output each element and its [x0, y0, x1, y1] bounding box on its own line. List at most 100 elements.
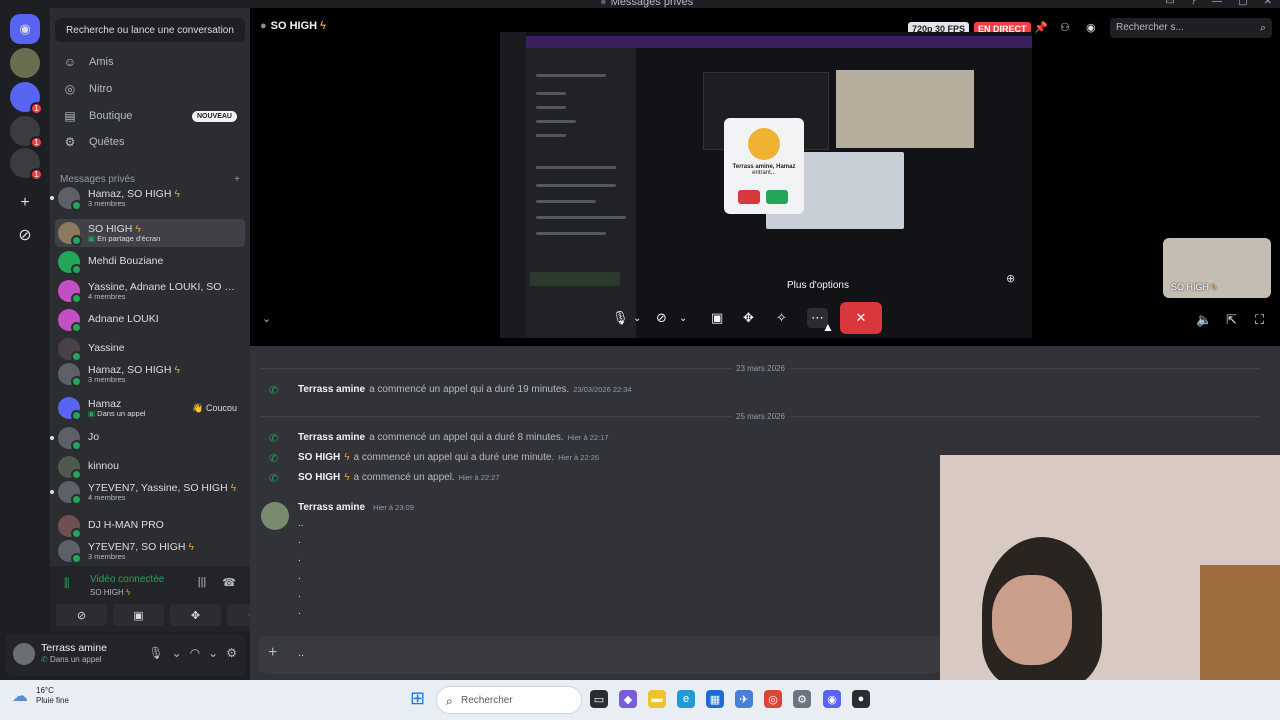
popout-icon[interactable]: ⇱: [1226, 312, 1237, 328]
store-icon[interactable]: ▦: [706, 690, 724, 708]
message-author[interactable]: Terrass amine: [298, 384, 365, 395]
soundboard-icon[interactable]: ✧: [776, 308, 787, 328]
user-avatar[interactable]: [13, 643, 35, 665]
user-name[interactable]: Terrass amine: [41, 642, 107, 654]
avatar: [58, 427, 82, 451]
taskbar-search[interactable]: Rechercher: [436, 686, 582, 715]
dm-item[interactable]: Jo: [50, 424, 245, 452]
app-icon[interactable]: ✈: [735, 690, 753, 708]
microphone-icon[interactable]: 🎙: [148, 646, 163, 660]
fullscreen-icon[interactable]: ⛶: [1255, 312, 1264, 328]
shared-line: [536, 92, 566, 95]
message-author[interactable]: SO HIGH: [298, 472, 340, 483]
chevron-down-icon[interactable]: ⌄: [208, 646, 218, 660]
dm-name: Y7EVEN7, SO HIGH: [88, 541, 186, 553]
windows-start-icon[interactable]: ⊞: [410, 688, 425, 709]
help-icon[interactable]: ?: [1191, 0, 1197, 7]
disconnect-icon[interactable]: ☎: [222, 576, 236, 589]
dm-item[interactable]: Mehdi Bouziane: [55, 248, 245, 276]
voice-channel-name: SO HIGH ϟ: [90, 588, 130, 597]
attach-plus-icon[interactable]: +: [268, 644, 277, 662]
system-message: Terrass amine a commencé un appel qui a d…: [298, 384, 632, 395]
message-composer[interactable]: + ..: [258, 636, 942, 674]
message-author[interactable]: Terrass amine: [298, 502, 365, 513]
chevron-down-icon[interactable]: ⌄: [172, 646, 182, 660]
explore-icon[interactable]: ⊘: [10, 220, 40, 250]
camera-off-button[interactable]: ⊘: [56, 604, 107, 626]
chevron-down-icon[interactable]: ⌄: [633, 308, 641, 328]
dm-item[interactable]: Adnane LOUKI: [55, 306, 245, 334]
settings-icon[interactable]: ⚙: [793, 690, 811, 708]
dm-item[interactable]: Y7EVEN7, Yassine, SO HIGH ϟ 4 membres: [50, 478, 245, 506]
activities-button[interactable]: ✥: [170, 604, 221, 626]
volume-icon[interactable]: 🔈: [1196, 312, 1212, 328]
dm-item[interactable]: DJ H-MAN PRO: [55, 512, 245, 540]
weather-widget[interactable]: ☁ 16°C Pluie fine: [12, 686, 69, 706]
pin-icon[interactable]: 📌: [1034, 21, 1048, 34]
headphones-icon[interactable]: ◠: [190, 646, 200, 660]
file-explorer-icon[interactable]: ▬: [648, 690, 666, 708]
edge-icon[interactable]: e: [677, 690, 695, 708]
task-view-icon[interactable]: ▭: [590, 690, 608, 708]
dm-name: SO HIGH: [88, 223, 133, 235]
dm-item[interactable]: HamazDans un appel 👋 Coucou: [55, 394, 245, 422]
minimize-button[interactable]: —: [1212, 0, 1222, 7]
server-icon[interactable]: 1: [10, 116, 43, 149]
dm-item[interactable]: Yassine: [55, 335, 245, 363]
bolt-icon: ϟ: [344, 472, 350, 483]
nav-label: Boutique: [89, 110, 133, 122]
message-author[interactable]: SO HIGH: [298, 452, 340, 463]
discord-icon[interactable]: ◉: [823, 690, 841, 708]
server-icon[interactable]: 1: [10, 148, 43, 181]
voice-channel-label: SO HIGH: [90, 588, 124, 597]
nav-nitro[interactable]: ◎ Nitro: [55, 77, 245, 101]
stream-pip-preview[interactable]: SO HIGH ϟ: [1163, 238, 1271, 298]
dm-item[interactable]: Y7EVEN7, SO HIGH ϟ 3 membres: [55, 537, 245, 565]
server-icon[interactable]: [10, 48, 40, 78]
signal-icon[interactable]: ⫼: [64, 576, 70, 591]
voice-status-title[interactable]: Vidéo connectée: [90, 574, 164, 585]
chevron-down-icon[interactable]: ⌄: [679, 308, 687, 328]
nav-quests[interactable]: ⚙ Quêtes: [55, 130, 245, 154]
profile-icon[interactable]: ◉: [1086, 21, 1096, 34]
settings-icon[interactable]: ⚙: [226, 646, 237, 660]
maximize-button[interactable]: ▢: [1238, 0, 1247, 7]
close-button[interactable]: ✕: [1264, 0, 1272, 7]
dm-item[interactable]: SO HIGH ϟEn partage d'écran: [55, 219, 245, 247]
microphone-icon[interactable]: 🎙: [612, 308, 629, 328]
stream-title: SO HIGH ϟ: [260, 20, 326, 32]
nav-shop[interactable]: ▤ Boutique NOUVEAU: [55, 104, 245, 128]
chevron-down-icon[interactable]: ⌄: [262, 312, 271, 325]
dm-item[interactable]: Hamaz, SO HIGH ϟ 3 membres: [55, 360, 245, 388]
search-input[interactable]: Rechercher s...: [1110, 18, 1272, 38]
discord-home-icon[interactable]: ◉: [10, 14, 40, 44]
camera-off-icon[interactable]: ⊘: [656, 308, 667, 328]
bolt-icon: ϟ: [188, 541, 194, 553]
avatar: [58, 515, 82, 539]
noise-suppression-icon[interactable]: |||: [198, 576, 207, 589]
dm-item[interactable]: Yassine, Adnane LOUKI, SO HIG... 4 membre…: [55, 277, 245, 305]
dm-item[interactable]: Hamaz, SO HIGH ϟ 3 membres: [50, 184, 245, 212]
window-title: Messages privés: [600, 0, 694, 8]
share-screen-icon[interactable]: ▣: [711, 308, 723, 328]
nav-friends[interactable]: ☺ Amis: [55, 50, 245, 74]
weather-desc: Pluie fine: [36, 696, 69, 705]
dm-item[interactable]: kinnou: [55, 453, 245, 481]
system-message: SO HIGH ϟ a commencé un appel. Hier à 22:27: [298, 472, 500, 483]
server-icon[interactable]: 1: [10, 82, 43, 115]
message-author[interactable]: Terrass amine: [298, 432, 365, 443]
share-screen-button[interactable]: ▣: [113, 604, 164, 626]
find-conversation-button[interactable]: Recherche ou lance une conversation: [55, 18, 245, 42]
zoom-icon[interactable]: ⊕: [1006, 272, 1015, 285]
composer-value[interactable]: ..: [298, 647, 304, 659]
inbox-icon[interactable]: ▭: [1165, 0, 1174, 7]
app-icon[interactable]: ◆: [619, 690, 637, 708]
activities-icon[interactable]: ✥: [743, 308, 754, 328]
leave-call-button[interactable]: ✕: [840, 302, 882, 334]
add-server-icon[interactable]: +: [10, 188, 40, 218]
avatar[interactable]: [261, 502, 289, 530]
app-icon[interactable]: ●: [852, 690, 870, 708]
add-friends-icon[interactable]: ⚇: [1060, 21, 1070, 34]
chrome-icon[interactable]: ◎: [764, 690, 782, 708]
bolt-icon: ϟ: [126, 588, 131, 597]
